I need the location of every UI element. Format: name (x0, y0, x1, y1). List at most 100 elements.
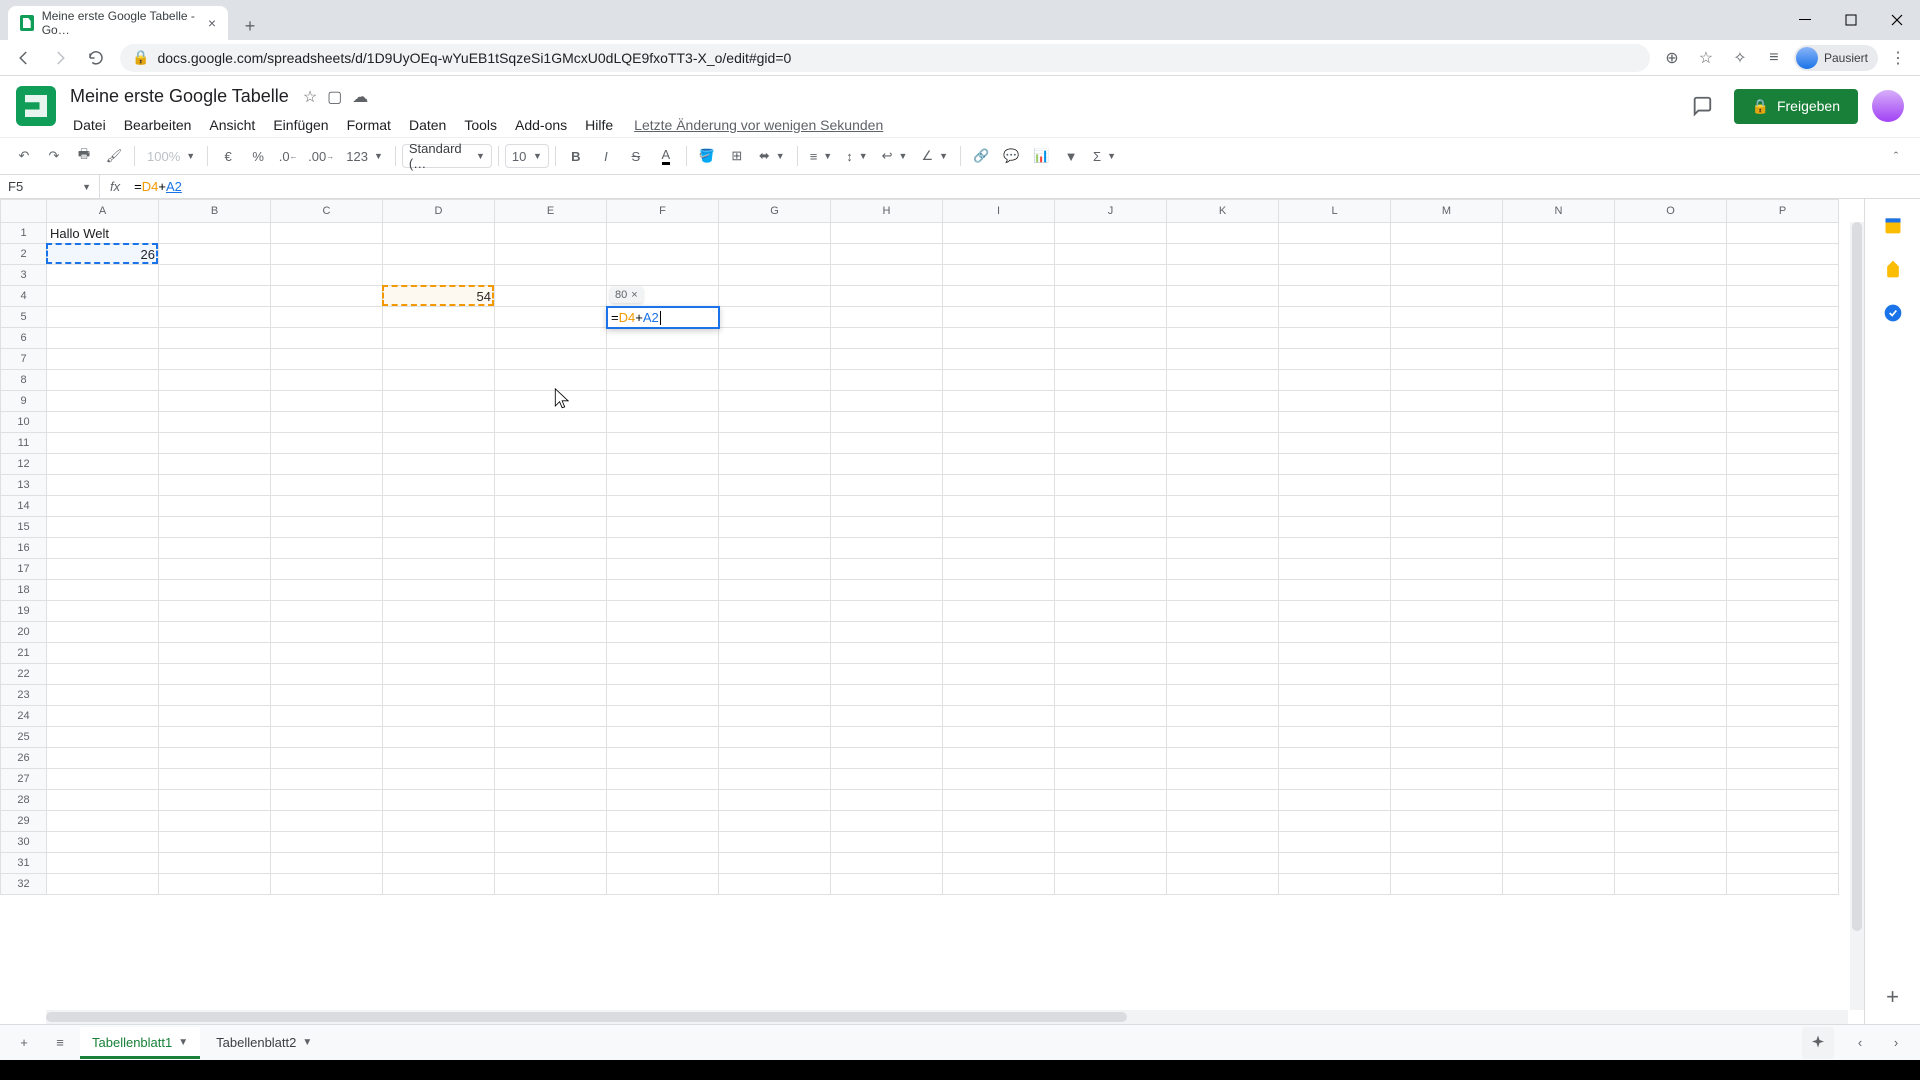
cell-N25[interactable] (1503, 727, 1615, 748)
cell-E12[interactable] (495, 454, 607, 475)
cell-H26[interactable] (831, 748, 943, 769)
cell-K25[interactable] (1167, 727, 1279, 748)
explore-button[interactable] (1802, 1027, 1834, 1059)
cell-N28[interactable] (1503, 790, 1615, 811)
cell-P2[interactable] (1727, 244, 1839, 265)
cell-L30[interactable] (1279, 832, 1391, 853)
cell-J28[interactable] (1055, 790, 1167, 811)
cell-P11[interactable] (1727, 433, 1839, 454)
cell-B4[interactable] (159, 286, 271, 307)
cell-C21[interactable] (271, 643, 383, 664)
row-header-8[interactable]: 8 (1, 370, 47, 391)
chevron-down-icon[interactable]: ▼ (302, 1037, 312, 1048)
cell-B13[interactable] (159, 475, 271, 496)
cell-P8[interactable] (1727, 370, 1839, 391)
cell-N29[interactable] (1503, 811, 1615, 832)
cell-C30[interactable] (271, 832, 383, 853)
cell-B24[interactable] (159, 706, 271, 727)
tasks-icon[interactable] (1883, 303, 1903, 323)
cell-C27[interactable] (271, 769, 383, 790)
cell-J24[interactable] (1055, 706, 1167, 727)
cell-D3[interactable] (383, 265, 495, 286)
cell-A14[interactable] (47, 496, 159, 517)
cell-P21[interactable] (1727, 643, 1839, 664)
cell-E10[interactable] (495, 412, 607, 433)
cell-H32[interactable] (831, 874, 943, 895)
cell-G6[interactable] (719, 328, 831, 349)
bookmark-icon[interactable]: ☆ (1692, 44, 1720, 72)
cell-C15[interactable] (271, 517, 383, 538)
cell-O17[interactable] (1615, 559, 1727, 580)
cell-O22[interactable] (1615, 664, 1727, 685)
cell-O19[interactable] (1615, 601, 1727, 622)
cell-F9[interactable] (607, 391, 719, 412)
row-header-9[interactable]: 9 (1, 391, 47, 412)
cell-I21[interactable] (943, 643, 1055, 664)
browser-tab[interactable]: Meine erste Google Tabelle - Go… × (8, 6, 228, 40)
cell-D19[interactable] (383, 601, 495, 622)
cell-P15[interactable] (1727, 517, 1839, 538)
cell-O23[interactable] (1615, 685, 1727, 706)
cell-M29[interactable] (1391, 811, 1503, 832)
cell-J11[interactable] (1055, 433, 1167, 454)
sheet-tab-1[interactable]: Tabellenblatt1 ▼ (80, 1027, 200, 1058)
cell-M7[interactable] (1391, 349, 1503, 370)
cell-P30[interactable] (1727, 832, 1839, 853)
cell-N32[interactable] (1503, 874, 1615, 895)
cell-I13[interactable] (943, 475, 1055, 496)
cell-D18[interactable] (383, 580, 495, 601)
cell-H27[interactable] (831, 769, 943, 790)
minimize-button[interactable] (1782, 0, 1828, 40)
cell-G26[interactable] (719, 748, 831, 769)
cell-F6[interactable] (607, 328, 719, 349)
cell-H17[interactable] (831, 559, 943, 580)
cell-I23[interactable] (943, 685, 1055, 706)
bold-button[interactable]: B (562, 142, 590, 170)
cell-E14[interactable] (495, 496, 607, 517)
cell-L8[interactable] (1279, 370, 1391, 391)
cell-A31[interactable] (47, 853, 159, 874)
increase-decimal-button[interactable]: .00→ (304, 142, 338, 170)
chart-button[interactable]: 📊 (1027, 142, 1055, 170)
col-header-H[interactable]: H (831, 200, 943, 223)
row-header-1[interactable]: 1 (1, 223, 47, 244)
cell-C17[interactable] (271, 559, 383, 580)
cell-N13[interactable] (1503, 475, 1615, 496)
cell-B7[interactable] (159, 349, 271, 370)
cell-J17[interactable] (1055, 559, 1167, 580)
cell-D15[interactable] (383, 517, 495, 538)
cell-D16[interactable] (383, 538, 495, 559)
cell-P3[interactable] (1727, 265, 1839, 286)
cell-P1[interactable] (1727, 223, 1839, 244)
cell-M13[interactable] (1391, 475, 1503, 496)
cell-D25[interactable] (383, 727, 495, 748)
cell-H23[interactable] (831, 685, 943, 706)
cell-L10[interactable] (1279, 412, 1391, 433)
h-align-button[interactable]: ≡▼ (804, 142, 839, 170)
cell-C25[interactable] (271, 727, 383, 748)
cell-C20[interactable] (271, 622, 383, 643)
cell-E24[interactable] (495, 706, 607, 727)
cell-N15[interactable] (1503, 517, 1615, 538)
cell-O9[interactable] (1615, 391, 1727, 412)
cell-I31[interactable] (943, 853, 1055, 874)
cell-H28[interactable] (831, 790, 943, 811)
cell-E9[interactable] (495, 391, 607, 412)
cell-D28[interactable] (383, 790, 495, 811)
cell-B14[interactable] (159, 496, 271, 517)
cell-K23[interactable] (1167, 685, 1279, 706)
cell-J12[interactable] (1055, 454, 1167, 475)
cell-F32[interactable] (607, 874, 719, 895)
cell-E8[interactable] (495, 370, 607, 391)
cell-L32[interactable] (1279, 874, 1391, 895)
cell-L19[interactable] (1279, 601, 1391, 622)
cell-H7[interactable] (831, 349, 943, 370)
cell-L27[interactable] (1279, 769, 1391, 790)
cell-B1[interactable] (159, 223, 271, 244)
chevron-down-icon[interactable]: ▼ (178, 1037, 188, 1048)
new-tab-button[interactable]: + (236, 12, 264, 40)
cell-O15[interactable] (1615, 517, 1727, 538)
cell-F20[interactable] (607, 622, 719, 643)
cell-K14[interactable] (1167, 496, 1279, 517)
forward-button[interactable] (44, 42, 76, 74)
